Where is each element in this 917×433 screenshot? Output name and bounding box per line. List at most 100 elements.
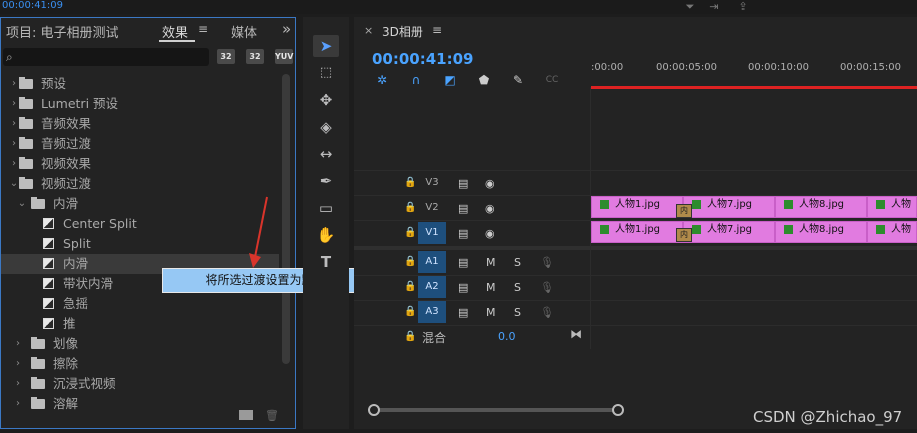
scroll-handle-right[interactable] (612, 404, 624, 416)
chevron-right-icon[interactable]: › (13, 374, 23, 394)
filter-icon[interactable]: ⏷ (684, 1, 696, 13)
tree-item-whip[interactable]: 急摇 (1, 294, 279, 314)
transition-marker[interactable]: 内 (676, 204, 692, 218)
transition-marker[interactable]: 内 (676, 228, 692, 242)
tab-media[interactable]: 媒体 (231, 22, 257, 41)
chevron-right-icon[interactable]: › (9, 114, 19, 134)
tree-item-iris[interactable]: › 划像 (1, 334, 279, 354)
work-area-bar[interactable] (591, 86, 917, 89)
slip-tool-icon[interactable]: ↔ (313, 143, 339, 165)
sequence-menu-icon[interactable]: ≡ (432, 23, 442, 37)
mute-button[interactable]: M (486, 306, 496, 319)
pen-tool-icon[interactable]: ✒ (313, 170, 339, 192)
chevron-right-icon[interactable]: › (9, 74, 19, 94)
hand-tool-icon[interactable]: ✋ (313, 224, 339, 246)
eye-icon[interactable]: ◉ (485, 227, 495, 240)
filmstrip-icon[interactable]: ▤ (458, 281, 468, 294)
delete-icon[interactable]: 🗑 (265, 409, 279, 422)
type-tool-icon[interactable]: T (313, 251, 339, 273)
ripple-edit-tool-icon[interactable]: ✥ (313, 89, 339, 111)
solo-button[interactable]: S (514, 306, 521, 319)
mix-fader-icon[interactable]: ⧓ (570, 327, 582, 341)
expand-panels-icon[interactable]: » (282, 20, 291, 38)
lock-icon[interactable]: 🔒 (404, 256, 416, 267)
lock-icon[interactable]: 🔒 (404, 202, 416, 213)
chevron-right-icon[interactable]: › (9, 134, 19, 154)
tree-item-audio-transitions[interactable]: › 音频过渡 (1, 134, 279, 154)
clip-v2-1[interactable]: 人物1.jpg (591, 196, 683, 218)
clip-v2-3[interactable]: 人物8.jpg (775, 196, 867, 218)
effects-scrollbar[interactable] (282, 74, 290, 364)
tree-item-lumetri[interactable]: › Lumetri 预设 (1, 94, 279, 114)
chevron-right-icon[interactable]: › (9, 94, 19, 114)
track-name[interactable]: V2 (418, 197, 446, 219)
chevron-right-icon[interactable]: › (9, 154, 19, 174)
microphone-icon[interactable]: 🎙 (540, 256, 554, 269)
mute-button[interactable]: M (486, 281, 496, 294)
chevron-down-icon[interactable]: ⌄ (17, 194, 27, 214)
close-tab-icon[interactable]: × (364, 24, 373, 37)
mute-button[interactable]: M (486, 256, 496, 269)
clip-v1-2[interactable]: 人物7.jpg (683, 221, 775, 243)
selection-tool-icon[interactable]: ➤ (313, 35, 339, 57)
solo-button[interactable]: S (514, 281, 521, 294)
tree-item-wipe[interactable]: › 擦除 (1, 354, 279, 374)
track-select-tool-icon[interactable]: ⬚ (313, 62, 339, 84)
tab-project[interactable]: 项目: 电子相册测试 (6, 22, 119, 41)
time-ruler[interactable]: :00:00 00:00:05:00 00:00:10:00 00:00:15:… (591, 57, 917, 91)
microphone-icon[interactable]: 🎙 (540, 281, 554, 294)
lock-icon[interactable]: 🔒 (404, 306, 416, 317)
export-icon[interactable]: ⇪ (737, 1, 749, 13)
filmstrip-icon[interactable]: ▤ (458, 306, 468, 319)
lock-icon[interactable]: 🔒 (404, 177, 416, 188)
32bit-effects-badge[interactable]: 32 (246, 49, 264, 64)
playhead-timecode[interactable]: 00:00:41:09 (372, 50, 474, 68)
clip-v1-1[interactable]: 人物1.jpg (591, 221, 683, 243)
snap-icon[interactable]: ∩ (408, 72, 424, 88)
track-name[interactable]: A2 (418, 276, 446, 298)
scroll-handle-left[interactable] (368, 404, 380, 416)
track-name[interactable]: V1 (418, 222, 446, 244)
effects-search-input[interactable] (3, 48, 209, 66)
yuv-effects-badge[interactable]: YUV (275, 49, 293, 64)
tree-item-audio-effects[interactable]: › 音频效果 (1, 114, 279, 134)
clip-v1-3[interactable]: 人物8.jpg (775, 221, 867, 243)
tree-item-immersive-video[interactable]: › 沉浸式视频 (1, 374, 279, 394)
chevron-down-icon[interactable]: ⌄ (9, 174, 19, 194)
solo-button[interactable]: S (514, 256, 521, 269)
clip-v2-4[interactable]: 人物 (867, 196, 917, 218)
razor-tool-icon[interactable]: ◈ (313, 116, 339, 138)
track-name[interactable]: V3 (418, 172, 446, 194)
filmstrip-icon[interactable]: ▤ (458, 227, 468, 240)
rectangle-tool-icon[interactable]: ▭ (313, 197, 339, 219)
filmstrip-icon[interactable]: ▤ (458, 177, 468, 190)
filmstrip-icon[interactable]: ▤ (458, 202, 468, 215)
nest-sequence-icon[interactable]: ✲ (374, 72, 390, 88)
timeline-zoom-scrollbar[interactable] (372, 408, 617, 412)
microphone-icon[interactable]: 🎙 (540, 306, 554, 319)
tree-item-slide-folder[interactable]: ⌄ 内滑 (1, 194, 279, 214)
lock-icon[interactable]: 🔒 (404, 331, 416, 342)
tree-item-push[interactable]: 推 (1, 314, 279, 334)
new-bin-icon[interactable] (239, 410, 253, 420)
track-name[interactable]: A1 (418, 251, 446, 273)
chevron-right-icon[interactable]: › (13, 354, 23, 374)
tab-effects[interactable]: 效果 (162, 22, 188, 41)
accelerated-effects-badge[interactable]: 32 (217, 49, 235, 64)
tree-item-presets[interactable]: › 预设 (1, 74, 279, 94)
lock-icon[interactable]: 🔒 (404, 281, 416, 292)
sequence-tab[interactable]: 3D相册 (382, 23, 423, 40)
clip-v1-4[interactable]: 人物 (867, 221, 917, 243)
captions-icon[interactable]: CC (544, 72, 560, 88)
eye-icon[interactable]: ◉ (485, 202, 495, 215)
add-marker-icon[interactable]: ⬟ (476, 72, 492, 88)
track-name[interactable]: A3 (418, 301, 446, 323)
tab-menu-icon[interactable]: ≡ (198, 22, 208, 36)
tree-item-video-effects[interactable]: › 视频效果 (1, 154, 279, 174)
timeline-settings-icon[interactable]: ✎ (510, 72, 526, 88)
linked-selection-icon[interactable]: ◩ (442, 72, 458, 88)
tree-item-split[interactable]: Split (1, 234, 279, 254)
tree-item-video-transitions[interactable]: ⌄ 视频过渡 (1, 174, 279, 194)
insert-icon[interactable]: ⇥ (708, 1, 720, 13)
mix-volume-value[interactable]: 0.0 (498, 330, 516, 343)
